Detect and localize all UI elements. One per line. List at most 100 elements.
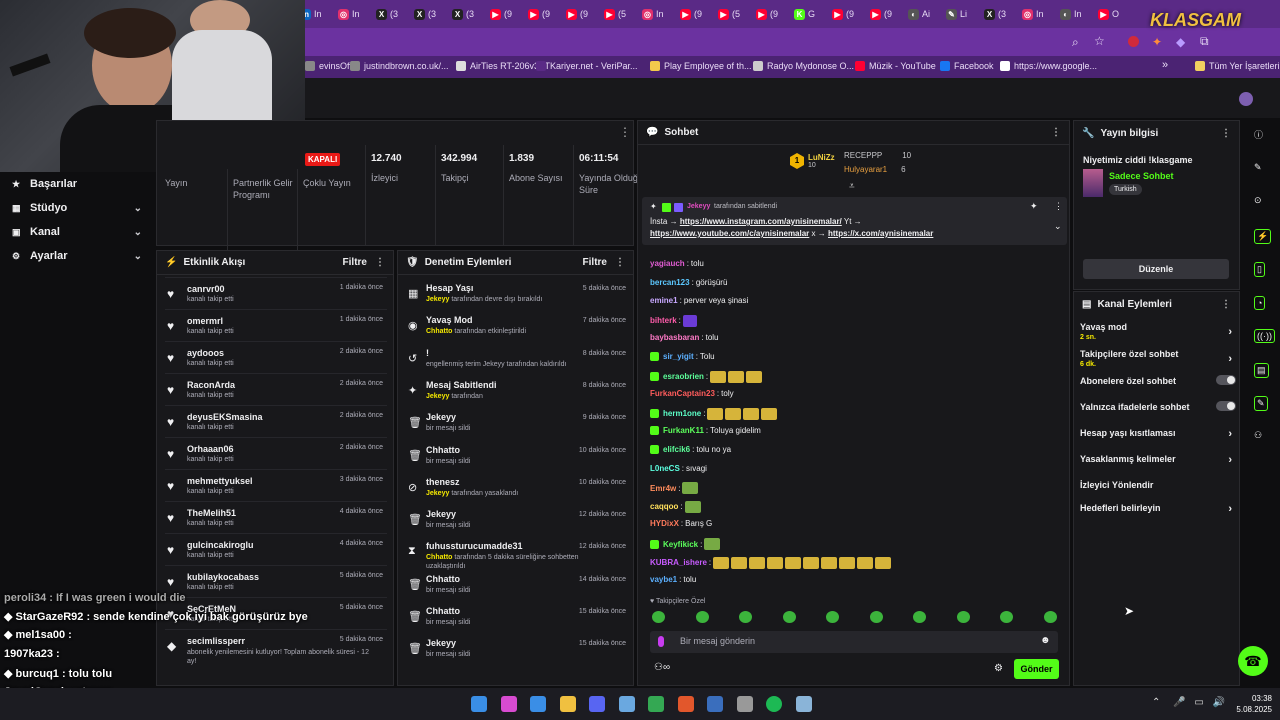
channel-action-item[interactable]: Yasaklanmış kelimeler ›: [1080, 454, 1232, 466]
photos-icon[interactable]: [707, 696, 723, 712]
activity-username[interactable]: aydooos: [187, 348, 224, 358]
quick-emote[interactable]: [652, 611, 665, 623]
channel-action-item[interactable]: Yavaş mod 2 sn. ›: [1080, 322, 1232, 341]
chat-username[interactable]: baybasbaran: [650, 333, 699, 342]
bookmarks-overflow-icon[interactable]: »: [1162, 59, 1168, 71]
panel-menu-icon[interactable]: ⋮: [375, 257, 385, 268]
discord-icon[interactable]: [589, 696, 605, 712]
channel-action-item[interactable]: Abonelere özel sohbet: [1080, 375, 1236, 386]
extension-icon[interactable]: ✦: [1152, 35, 1162, 49]
activity-username[interactable]: secimlissperr: [187, 636, 245, 646]
broadcast-icon[interactable]: ((·)): [1254, 329, 1275, 343]
support-chat-icon[interactable]: ☎: [1238, 646, 1268, 676]
extension-icon[interactable]: ◆: [1176, 35, 1185, 49]
bookmark-item[interactable]: Radyo Mydonose O...: [753, 61, 854, 71]
toggle-switch[interactable]: [1216, 401, 1236, 411]
emoji-icon[interactable]: ☻: [1040, 635, 1051, 646]
chat-username[interactable]: esraobrien: [663, 372, 704, 381]
quick-emote[interactable]: [695, 611, 709, 623]
chat-username[interactable]: yagiauch: [650, 259, 685, 268]
panel-menu-icon[interactable]: ⋮: [1221, 299, 1231, 310]
panel-menu-icon[interactable]: ⋮: [615, 257, 625, 268]
browser-tab[interactable]: ▶ (5: [604, 6, 638, 22]
activity-username[interactable]: Orhaaan06: [187, 444, 234, 454]
quick-emote[interactable]: [913, 611, 926, 623]
browser-tab[interactable]: ◎ In: [338, 6, 372, 22]
browser-tab[interactable]: KG: [794, 6, 828, 22]
chat-username[interactable]: Keyfikick: [663, 540, 698, 549]
avatar[interactable]: [1239, 92, 1253, 106]
list-icon[interactable]: ▤: [1254, 362, 1269, 378]
activity-username[interactable]: RaconArda: [187, 380, 235, 390]
start-icon[interactable]: [471, 696, 487, 712]
browser-tab[interactable]: ◎ In: [642, 6, 676, 22]
expand-icon[interactable]: ⌄: [1054, 221, 1062, 232]
browser-tab[interactable]: ▶ (9: [528, 6, 562, 22]
info-icon[interactable]: ⓘ: [1254, 128, 1263, 141]
chat-username[interactable]: HYDixX: [650, 519, 679, 528]
edit-button[interactable]: Düzenle: [1083, 259, 1229, 279]
activity-username[interactable]: gulcincakiroglu: [187, 540, 254, 550]
chat-username[interactable]: caqqoo: [650, 502, 678, 511]
bookmark-item[interactable]: Facebook: [940, 61, 994, 71]
document-icon[interactable]: ▯: [1254, 262, 1265, 277]
activity-username[interactable]: TheMelih51: [187, 508, 236, 518]
target-icon[interactable]: ⊙: [1254, 195, 1262, 206]
chat-username[interactable]: L0neCS: [650, 464, 680, 473]
file-explorer-icon[interactable]: [559, 696, 576, 712]
instagram-link[interactable]: https://www.instagram.com/aynisinemalar/: [680, 217, 842, 226]
users-icon[interactable]: ⚇: [1254, 430, 1262, 441]
browser-tab[interactable]: ◐ Ai: [908, 6, 942, 22]
browser-tab[interactable]: X (3: [376, 6, 410, 22]
quick-emote[interactable]: [956, 611, 970, 623]
chat-username[interactable]: Emr4w: [650, 484, 676, 493]
chat-username[interactable]: FurkanK11: [663, 426, 704, 435]
send-button[interactable]: Gönder: [1014, 659, 1059, 679]
bookmark-item[interactable]: justindbrown.co.uk/...: [350, 61, 449, 71]
browser-tab[interactable]: ✎ Li: [946, 6, 980, 22]
clock[interactable]: 03:38 5.08.2025: [1228, 693, 1272, 715]
microphone-icon[interactable]: [658, 636, 664, 647]
browser-tab[interactable]: ▶ (9: [566, 6, 600, 22]
pinned-menu-icon[interactable]: ⋮: [1054, 201, 1063, 212]
chat-username[interactable]: elifcik6: [663, 445, 690, 454]
toggle-switch[interactable]: [1216, 375, 1236, 385]
quick-emote[interactable]: [782, 611, 796, 623]
chat-bubble-icon[interactable]: ◔: [1254, 295, 1266, 310]
browser-tab[interactable]: ◎ In: [1022, 6, 1056, 22]
chat-username[interactable]: herm1one: [663, 409, 701, 418]
panel-menu-icon[interactable]: ⋮: [1221, 128, 1231, 139]
obs-icon[interactable]: [736, 696, 753, 712]
bookmark-star-icon[interactable]: ☆: [1094, 34, 1105, 48]
channel-action-item[interactable]: Takipçilere özel sohbet 6 dk. ›: [1080, 349, 1232, 368]
quick-emote[interactable]: [739, 611, 752, 623]
quick-emote[interactable]: [1043, 611, 1057, 623]
network-icon[interactable]: ▭: [1194, 697, 1203, 708]
browser-tab[interactable]: X (3: [452, 6, 486, 22]
chrome-icon[interactable]: [648, 696, 664, 712]
chevron-down-icon[interactable]: ⌄: [134, 203, 142, 214]
chat-username[interactable]: KUBRA_ishere: [650, 558, 707, 567]
channel-action-item[interactable]: Hesap yaşı kısıtlaması ›: [1080, 428, 1232, 440]
activity-username[interactable]: mehmettyuksel: [187, 476, 253, 486]
store-icon[interactable]: [530, 696, 546, 712]
badge-settings-icon[interactable]: ⚇∞: [654, 662, 670, 673]
wrench-icon[interactable]: ✎: [1254, 396, 1268, 411]
browser-tab[interactable]: X (3: [414, 6, 448, 22]
channel-action-item[interactable]: Hedefleri belirleyin ›: [1080, 503, 1232, 515]
nav-item-stüdyo[interactable]: ▦ Stüdyo ⌄: [12, 202, 142, 214]
browser-tab[interactable]: ▶ (9: [832, 6, 866, 22]
collapse-icon[interactable]: ⩡: [849, 181, 855, 192]
zoom-icon[interactable]: ⌕: [1072, 35, 1079, 50]
chat-username[interactable]: sir_yigit: [663, 352, 694, 361]
bookmark-item[interactable]: Müzik - YouTube: [855, 61, 936, 71]
chat-input[interactable]: Bir mesaj gönderin ☻: [650, 631, 1058, 653]
browser-tab[interactable]: in In: [300, 6, 334, 22]
chat-username[interactable]: emine1: [650, 296, 678, 305]
copilot-icon[interactable]: [500, 696, 517, 712]
browser-tab[interactable]: ▶ (9: [756, 6, 790, 22]
moderator-name[interactable]: Chhatto: [426, 328, 452, 335]
filter-button[interactable]: Filtre: [343, 257, 367, 268]
moderator-name[interactable]: Chhatto: [426, 554, 452, 561]
browser-tab[interactable]: ▶ O: [1098, 6, 1132, 22]
